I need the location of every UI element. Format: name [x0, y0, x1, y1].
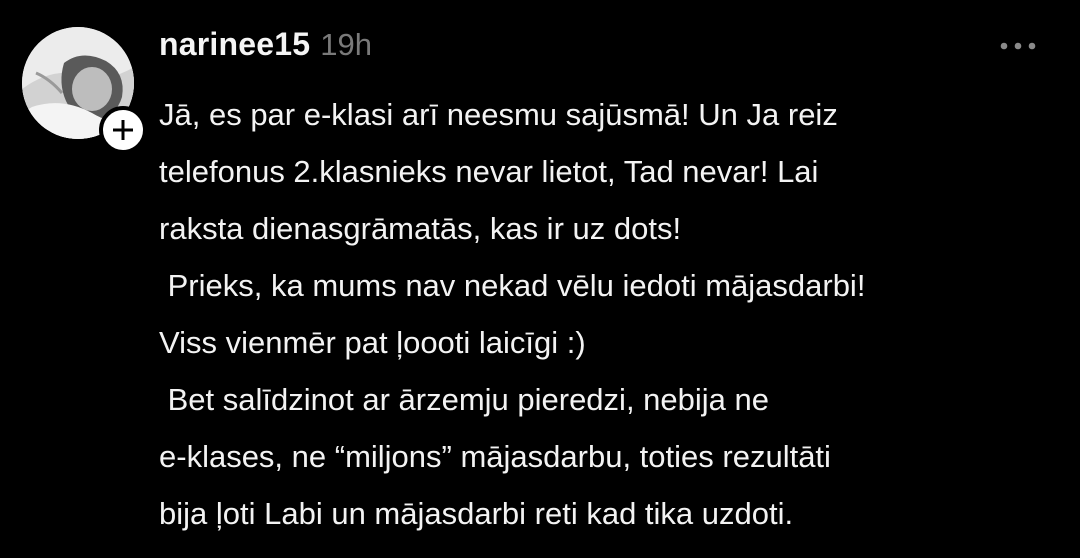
post-text-line: Jā, es par e-klasi arī neesmu sajūsmā! U… — [159, 97, 838, 132]
ellipsis-icon — [1000, 42, 1036, 50]
post-text-line: Prieks, ka mums nav nekad vēlu iedoti mā… — [159, 268, 866, 303]
post-header: narinee15 19h — [159, 26, 372, 70]
timestamp: 19h — [320, 27, 372, 62]
username-link[interactable]: narinee15 — [159, 26, 310, 63]
follow-button[interactable] — [99, 106, 147, 154]
post: narinee15 19h Jā, es par e-klasi arī nee… — [0, 0, 1080, 558]
post-text-line: e-klases, ne “miljons” mājasdarbu, totie… — [159, 439, 831, 474]
avatar-container — [22, 27, 147, 154]
post-text-line: Bet salīdzinot ar ārzemju pieredzi, nebi… — [159, 382, 769, 417]
post-text-line: raksta dienasgrāmatās, kas ir uz dots! — [159, 211, 682, 246]
plus-icon — [113, 120, 133, 140]
post-text-line: bija ļoti Labi un mājasdarbi reti kad ti… — [159, 496, 794, 531]
post-body: Jā, es par e-klasi arī neesmu sajūsmā! U… — [159, 86, 1064, 542]
post-text-line: telefonus 2.klasnieks nevar lietot, Tad … — [159, 154, 819, 189]
more-options-button[interactable] — [996, 32, 1040, 60]
post-text-line: Viss vienmēr pat ļoooti laicīgi :) — [159, 325, 586, 360]
